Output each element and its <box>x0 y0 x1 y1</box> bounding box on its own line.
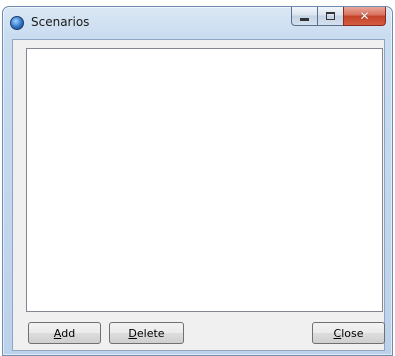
close-button[interactable]: Close <box>312 322 385 344</box>
close-label-rest: lose <box>341 326 364 340</box>
dialog-client-area: Add Delete Close <box>12 39 385 351</box>
add-label-rest: dd <box>61 326 76 340</box>
window-title: Scenarios <box>31 15 90 29</box>
maximize-icon <box>326 12 335 20</box>
minimize-icon <box>300 17 309 21</box>
close-icon: ✕ <box>359 9 370 23</box>
app-globe-icon[interactable] <box>10 16 24 30</box>
scenarios-list[interactable] <box>26 48 383 312</box>
scenarios-window: Scenarios ✕ Add Delete Close <box>2 6 393 356</box>
minimize-button[interactable] <box>291 7 317 26</box>
add-mnemonic: A <box>53 326 62 340</box>
delete-label-rest: elete <box>136 326 165 340</box>
caption-buttons: ✕ <box>291 7 386 27</box>
add-button[interactable]: Add <box>28 322 101 344</box>
close-window-button[interactable]: ✕ <box>343 7 386 26</box>
delete-mnemonic: D <box>128 326 137 340</box>
close-mnemonic: C <box>333 326 342 340</box>
delete-button[interactable]: Delete <box>109 322 184 344</box>
maximize-button[interactable] <box>317 7 343 26</box>
title-bar[interactable]: Scenarios ✕ <box>3 7 392 37</box>
